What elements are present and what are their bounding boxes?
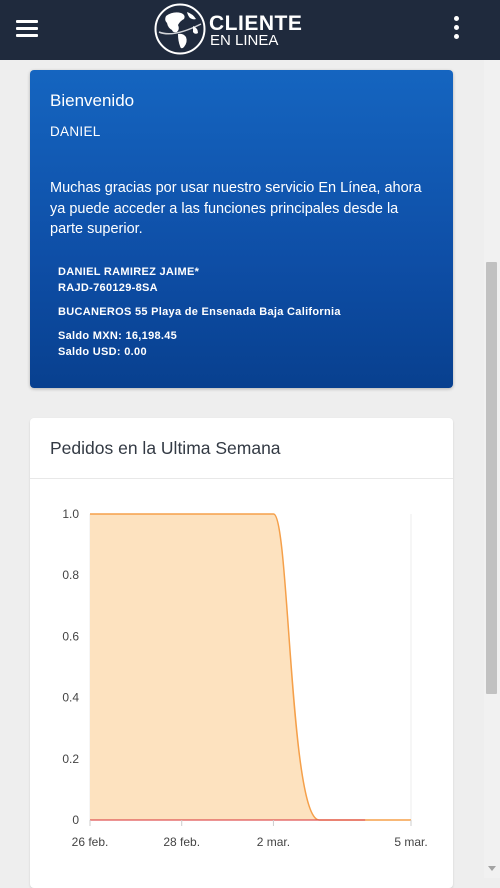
welcome-user-name: DANIEL <box>50 124 101 139</box>
kebab-vertical-icon[interactable] <box>448 16 466 42</box>
y-tick-label: 0.4 <box>62 691 79 705</box>
welcome-title: Bienvenido <box>50 91 135 110</box>
scroll-down-arrow-icon[interactable] <box>488 866 496 871</box>
orders-chart-card: Pedidos en la Ultima Semana 0 0.2 0.4 0.6 0.… <box>30 418 453 888</box>
x-tick-label: 5 mar. <box>394 835 427 849</box>
y-tick-label: 0.8 <box>62 568 79 582</box>
balance-usd: Saldo USD: 0.00 <box>58 346 147 358</box>
globe-icon <box>154 3 206 55</box>
logo[interactable]: CLIENTE EN LINEA <box>153 2 323 56</box>
customer-full-name: DANIEL RAMIREZ JAIME* <box>58 266 200 278</box>
orders-area-chart: 0 0.2 0.4 0.6 0.8 1.0 26 feb. 28 feb. 2 mar. 5 ma… <box>62 507 427 849</box>
area-fill-orders <box>90 514 411 820</box>
x-tick-label: 26 feb. <box>72 835 109 849</box>
y-tick-label: 0 <box>72 813 79 827</box>
x-tick-label: 28 feb. <box>163 835 200 849</box>
y-tick-label: 0.2 <box>62 752 79 766</box>
customer-address: BUCANEROS 55 Playa de Ensenada Baja Cali… <box>58 306 341 318</box>
top-navbar: CLIENTE EN LINEA <box>0 0 500 60</box>
hamburger-icon[interactable] <box>16 19 38 37</box>
y-tick-label: 1.0 <box>62 507 79 521</box>
scrollbar-thumb[interactable] <box>486 262 497 694</box>
balance-mxn: Saldo MXN: 16,198.45 <box>58 330 178 342</box>
welcome-message: Muchas gracias por usar nuestro servicio… <box>50 180 422 237</box>
customer-rfc: RAJD-760129-8SA <box>58 282 158 294</box>
welcome-card: Bienvenido DANIEL Muchas gracias por usa… <box>30 70 453 388</box>
logo-text-secondary: EN LINEA <box>210 32 279 49</box>
y-tick-label: 0.6 <box>62 629 79 643</box>
x-tick-label: 2 mar. <box>257 835 290 849</box>
